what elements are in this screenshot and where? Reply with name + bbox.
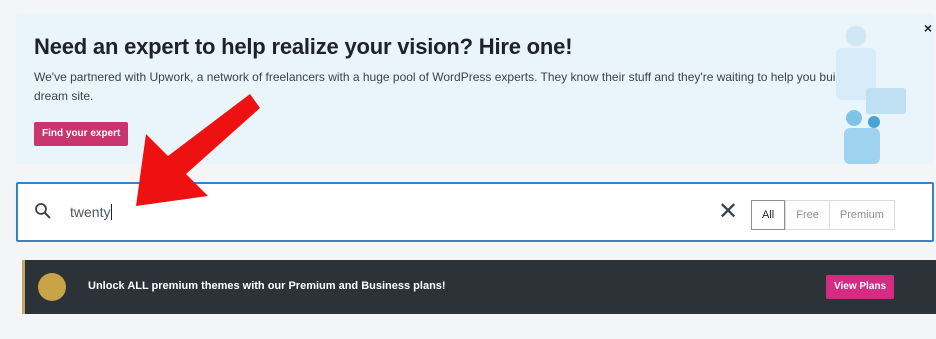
find-expert-button[interactable]: Find your expert [34, 122, 129, 146]
search-value: twenty [70, 204, 111, 220]
premium-crown-icon [38, 273, 66, 301]
filter-all[interactable]: All [751, 200, 786, 230]
annotation-arrow-icon [136, 94, 260, 206]
upsell-message: Unlock ALL premium themes with our Premi… [88, 280, 446, 292]
expert-illustration [836, 26, 906, 164]
view-plans-button[interactable]: View Plans [826, 275, 895, 299]
filter-free[interactable]: Free [785, 201, 829, 229]
premium-upsell-bar: Unlock ALL premium themes with our Premi… [22, 260, 936, 314]
clear-search-button[interactable]: ✕ [714, 198, 742, 226]
search-input[interactable]: twenty [70, 204, 113, 220]
close-banner-icon[interactable]: × [924, 20, 932, 36]
banner-title: Need an expert to help realize your visi… [34, 34, 573, 59]
text-cursor [111, 204, 113, 220]
filter-premium[interactable]: Premium [828, 201, 894, 229]
search-icon [35, 203, 51, 219]
filter-segmented-control: All Free Premium [751, 200, 895, 230]
